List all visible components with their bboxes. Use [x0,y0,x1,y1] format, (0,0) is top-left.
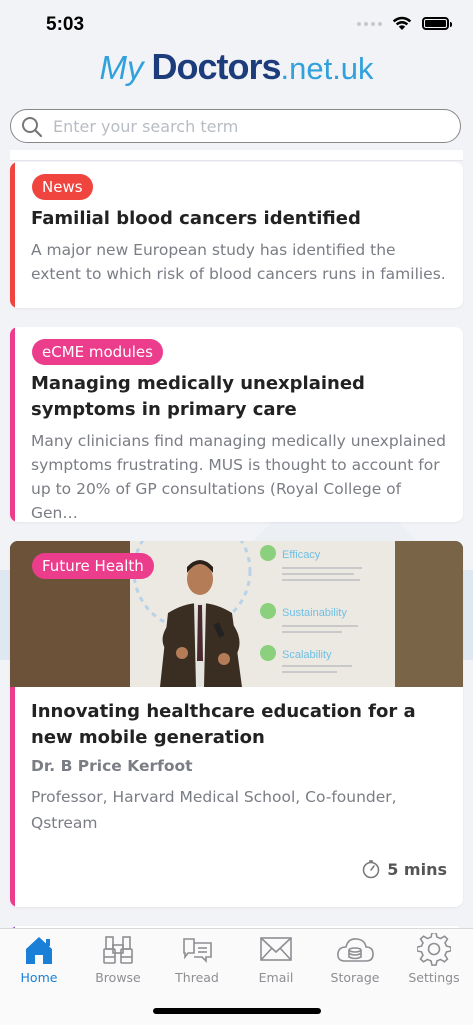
slide-text-efficacy: Efficacy [282,549,321,561]
card-title: Familial blood cancers identified [31,208,361,229]
stopwatch-icon [362,860,380,879]
binoculars-icon [103,936,133,964]
tab-settings[interactable]: Settings [395,933,473,985]
category-badge: News [32,174,93,200]
tab-label: Browse [95,970,141,985]
logo-domain: .net.uk [280,51,374,86]
card-title: Managing medically unexplained symptoms … [31,373,365,420]
tab-label: Email [258,970,294,985]
search-icon [22,117,43,138]
search-input[interactable] [51,110,448,143]
category-badge: Future Health [32,553,154,579]
tab-label: Storage [330,970,380,985]
status-time: 5:03 [46,14,85,35]
tab-browse[interactable]: Browse [79,933,157,985]
home-icon [26,937,52,964]
slide-text-scalability: Scalability [282,649,332,661]
tab-label: Settings [408,970,460,985]
card-summary: Many clinicians find managing medically … [31,432,446,522]
author-name: Dr. B Price Kerfoot [31,757,193,775]
envelope-icon [260,937,292,961]
slide-text-sustainability: Sustainability [282,607,347,619]
logo-my: My [99,49,144,86]
duration-label: 5 mins [387,859,447,879]
tab-label: Thread [175,970,219,985]
battery-icon [422,17,452,30]
status-bar: 5:03 [0,0,473,50]
gear-icon [417,933,451,966]
card-accent-bar [10,162,15,308]
logo-doctors: Doctors [151,46,281,87]
search-bar[interactable] [10,109,461,143]
tab-storage[interactable]: Storage [316,933,394,985]
card-summary: A major new European study has identifie… [31,241,446,283]
duration: 5 mins [361,859,447,879]
category-badge: eCME modules [32,339,163,365]
cloud-storage-icon [337,938,374,962]
tab-home[interactable]: Home [0,933,78,985]
chat-icon [183,938,212,963]
app-logo: My Doctors.net.uk [0,46,473,88]
article-card-news[interactable]: News Familial blood cancers identified A… [10,162,463,308]
feed-top-edge [10,150,463,161]
article-card-future-health[interactable]: Efficacy Sustainability Scalability Futu… [10,541,463,907]
status-icons [357,16,452,31]
card-title: Innovating healthcare education for a ne… [31,701,416,748]
cellular-signal-icon [357,21,382,26]
author-role: Professor, Harvard Medical School, Co-fo… [31,788,397,832]
home-indicator[interactable] [153,1008,321,1014]
article-card-ecme[interactable]: eCME modules Managing medically unexplai… [10,327,463,522]
article-feed[interactable]: News Familial blood cancers identified A… [0,150,473,928]
tab-thread[interactable]: Thread [158,933,236,985]
tab-label: Home [20,970,58,985]
wifi-icon [392,16,412,30]
tab-email[interactable]: Email [237,933,315,985]
card-accent-bar [10,327,15,522]
